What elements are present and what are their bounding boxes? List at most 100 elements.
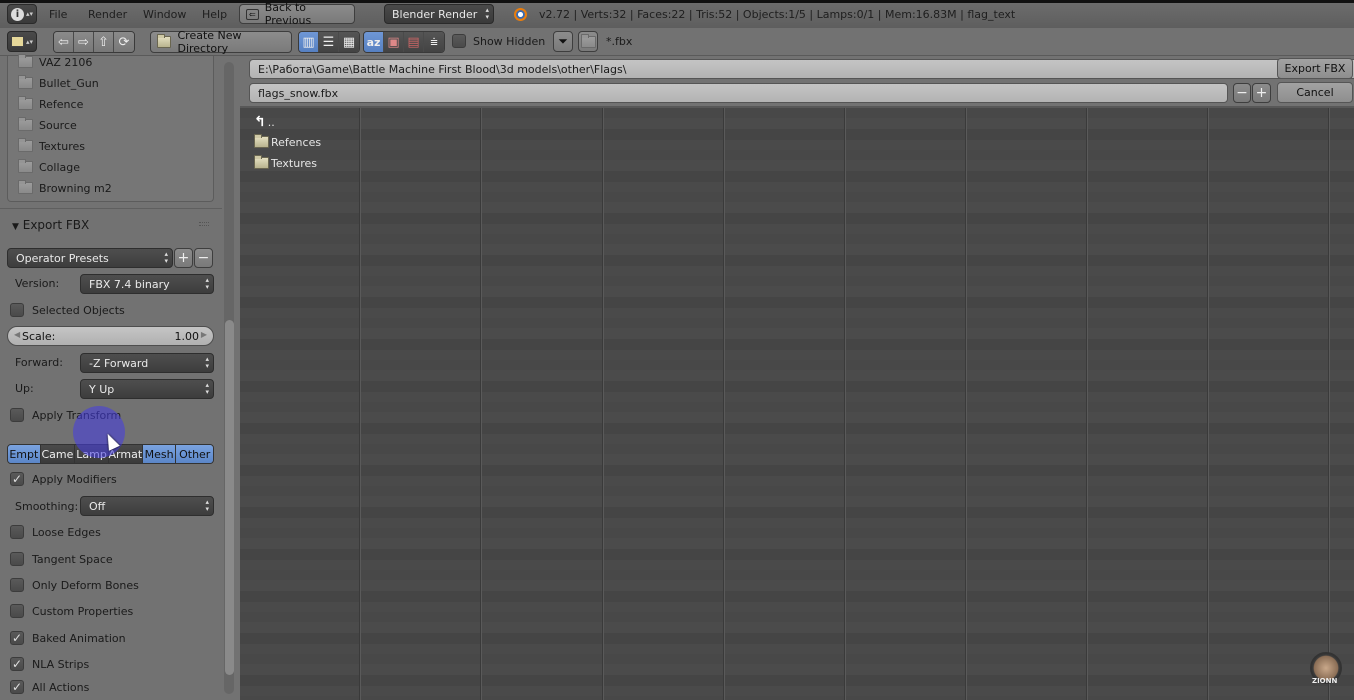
up-axis-select[interactable]: Y Up ▴ ▾ xyxy=(80,379,214,399)
object-type-empty[interactable]: Empt xyxy=(8,445,41,463)
tangent-space-checkbox[interactable] xyxy=(10,552,24,566)
selected-objects-checkbox[interactable] xyxy=(10,303,24,317)
baked-animation-checkbox[interactable]: ✓ xyxy=(10,631,24,645)
column-divider xyxy=(359,108,361,700)
decrement-arrow-icon[interactable]: ◀ xyxy=(14,330,20,339)
create-new-directory-button[interactable]: Create New Directory xyxy=(150,29,292,55)
parent-dir-icon[interactable]: ⇧ xyxy=(94,32,114,52)
custom-properties-option[interactable]: Custom Properties xyxy=(10,602,133,620)
back-to-previous-button[interactable]: ⇐ Back to Previous xyxy=(239,1,355,27)
all-actions-checkbox[interactable]: ✓ xyxy=(10,680,24,694)
bookmark-item[interactable]: Source xyxy=(18,116,77,134)
tangent-space-option[interactable]: Tangent Space xyxy=(10,550,113,568)
menu-render[interactable]: Render xyxy=(88,8,127,21)
render-engine-select[interactable]: Blender Render ▴ ▾ xyxy=(384,4,494,24)
bookmark-item[interactable]: Textures xyxy=(18,137,85,155)
info-icon: i xyxy=(10,7,24,21)
version-select[interactable]: FBX 7.4 binary ▴ ▾ xyxy=(80,274,214,294)
sidebar: VAZ 2106 Bullet_Gun Refence Source Textu… xyxy=(0,53,222,700)
filter-icon: ⏷ xyxy=(558,34,568,48)
increment-arrow-icon[interactable]: ▶ xyxy=(201,330,207,339)
only-deform-bones-option[interactable]: Only Deform Bones xyxy=(10,576,139,594)
folder-icon xyxy=(18,96,33,110)
remove-preset-button[interactable]: − xyxy=(194,248,213,268)
smoothing-select[interactable]: Off ▴ ▾ xyxy=(80,496,214,516)
filter-folders-button[interactable] xyxy=(578,31,598,52)
add-preset-button[interactable]: + xyxy=(174,248,193,268)
loose-edges-option[interactable]: Loose Edges xyxy=(10,523,101,541)
arrow-right-icon[interactable]: ⇨ xyxy=(74,32,94,52)
object-type-lamp[interactable]: Lamp xyxy=(75,445,109,463)
sort-size-icon[interactable]: ⩧ xyxy=(424,32,444,52)
loose-edges-checkbox[interactable] xyxy=(10,525,24,539)
bookmark-item[interactable]: Refence xyxy=(18,95,83,113)
object-type-other[interactable]: Other xyxy=(176,445,213,463)
only-deform-bones-label: Only Deform Bones xyxy=(32,578,139,592)
bookmark-item[interactable]: VAZ 2106 xyxy=(18,53,92,71)
smoothing-label: Smoothing: xyxy=(15,500,79,513)
apply-modifiers-label: Apply Modifiers xyxy=(32,472,117,486)
object-type-mesh[interactable]: Mesh xyxy=(142,445,177,463)
sort-alpha-icon[interactable]: az xyxy=(364,32,384,52)
apply-modifiers-option[interactable]: ✓ Apply Modifiers xyxy=(10,470,117,488)
baked-animation-option[interactable]: ✓ Baked Animation xyxy=(10,629,126,647)
thumbnails-icon[interactable]: ▦ xyxy=(339,32,359,52)
forward-axis-select[interactable]: -Z Forward ▴ ▾ xyxy=(80,353,214,373)
nla-strips-option[interactable]: ✓ NLA Strips xyxy=(10,655,89,673)
bookmark-label: Source xyxy=(39,118,77,132)
bookmark-label: Browning m2 xyxy=(39,181,112,195)
bookmark-label: Textures xyxy=(39,139,85,153)
sidebar-scroll-thumb[interactable] xyxy=(225,320,234,675)
only-deform-bones-checkbox[interactable] xyxy=(10,578,24,592)
cancel-button[interactable]: Cancel xyxy=(1277,82,1353,103)
editor-type-button[interactable]: i ▴▾ xyxy=(7,4,37,24)
updown-icon: ▴▾ xyxy=(25,37,34,46)
bookmark-item[interactable]: Collage xyxy=(18,158,80,176)
arrow-left-icon[interactable]: ⇦ xyxy=(54,32,74,52)
filter-toggle-button[interactable]: ⏷ xyxy=(553,31,573,52)
decrement-filename-button[interactable]: − xyxy=(1233,83,1251,103)
selected-objects-option[interactable]: Selected Objects xyxy=(10,301,125,319)
bookmark-label: Bullet_Gun xyxy=(39,76,99,90)
file-entry-label: Textures xyxy=(271,156,317,170)
file-entry[interactable]: Refences xyxy=(254,133,321,151)
menu-window[interactable]: Window xyxy=(143,8,186,21)
apply-transform-checkbox[interactable] xyxy=(10,408,24,422)
parent-directory-entry[interactable]: ↰ .. xyxy=(254,113,275,131)
scale-slider[interactable]: ◀ Scale: 1.00 ▶ xyxy=(7,326,214,346)
long-list-icon[interactable]: ☰ xyxy=(319,32,339,52)
menu-file[interactable]: File xyxy=(49,8,67,21)
bookmark-item[interactable]: Browning m2 xyxy=(18,179,112,197)
all-actions-option[interactable]: ✓ All Actions xyxy=(10,678,89,696)
back-to-previous-label: Back to Previous xyxy=(264,1,312,27)
export-fbx-panel-header[interactable]: ▼ Export FBX xyxy=(12,218,89,232)
all-actions-label: All Actions xyxy=(32,680,90,694)
menu-help[interactable]: Help xyxy=(202,8,227,21)
show-hidden-checkbox[interactable] xyxy=(452,34,466,48)
file-entry[interactable]: Textures xyxy=(254,154,317,172)
directory-path-input[interactable]: E:\Работа\Game\Battle Machine First Bloo… xyxy=(249,59,1354,79)
file-browser-header: ▴▾ ⇦ ⇨ ⇧ ⟳ Create New Directory ▥ ☰ ▦ az… xyxy=(0,28,1354,56)
column-divider xyxy=(1328,108,1330,700)
increment-filename-button[interactable]: + xyxy=(1252,83,1271,103)
watermark-text: ZIONN xyxy=(1312,677,1338,685)
short-list-icon[interactable]: ▥ xyxy=(299,32,319,52)
sort-extension-icon[interactable]: ▣ xyxy=(384,32,404,52)
operator-presets-select[interactable]: Operator Presets ▴ ▾ xyxy=(7,248,173,268)
folder-icon xyxy=(18,75,33,89)
sort-time-icon[interactable]: ▤ xyxy=(404,32,424,52)
bookmark-item[interactable]: Bullet_Gun xyxy=(18,74,99,92)
filter-pattern[interactable]: *.fbx xyxy=(606,35,632,48)
export-fbx-button[interactable]: Export FBX xyxy=(1277,58,1353,79)
bookmark-label: Refence xyxy=(39,97,84,111)
editor-type-button[interactable]: ▴▾ xyxy=(7,31,37,52)
custom-properties-checkbox[interactable] xyxy=(10,604,24,618)
panel-drag-grip[interactable] xyxy=(199,222,209,226)
apply-transform-option[interactable]: Apply Transform xyxy=(10,406,121,424)
refresh-icon[interactable]: ⟳ xyxy=(114,32,134,52)
apply-modifiers-checkbox[interactable]: ✓ xyxy=(10,472,24,486)
updown-icon: ▴▾ xyxy=(205,355,209,370)
nla-strips-checkbox[interactable]: ✓ xyxy=(10,657,24,671)
filename-input[interactable]: flags_snow.fbx xyxy=(249,83,1228,103)
object-type-camera[interactable]: Came xyxy=(40,445,76,463)
